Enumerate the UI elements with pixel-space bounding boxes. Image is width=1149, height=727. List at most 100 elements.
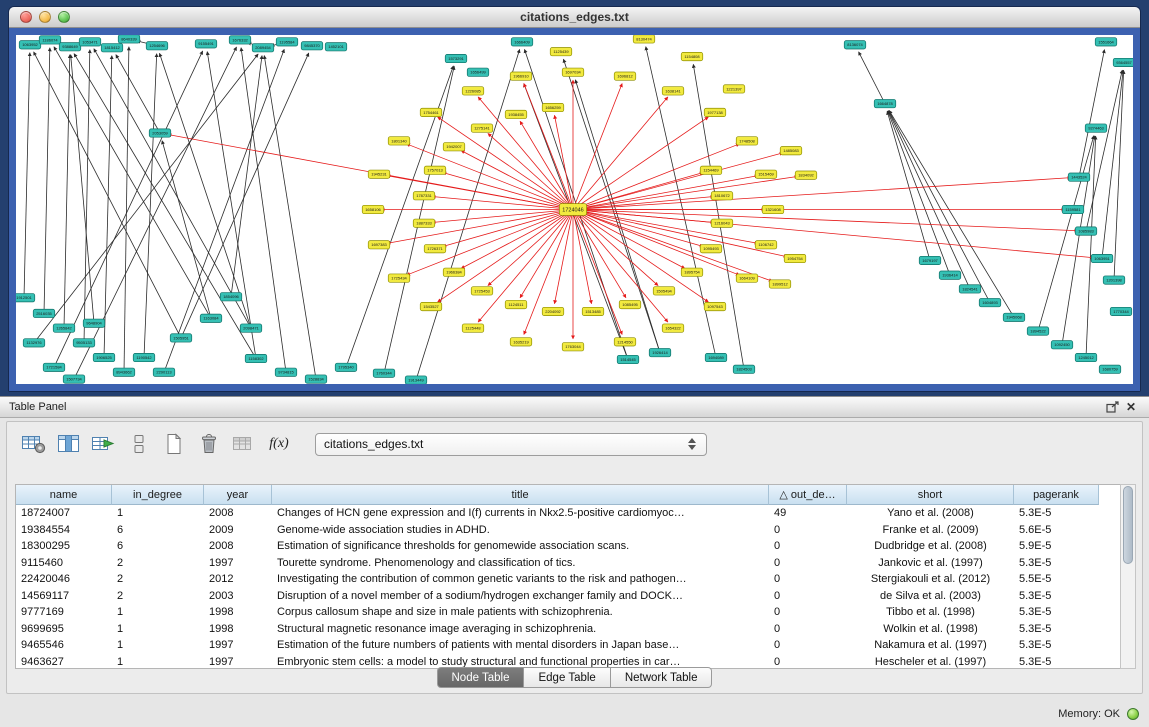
table-row[interactable]: 969969511998Structural magnetic resonanc… — [16, 621, 1135, 638]
citation-edge[interactable] — [159, 53, 251, 328]
scrollbar-thumb[interactable] — [1123, 486, 1133, 564]
graph-node[interactable]: 1760344 — [373, 369, 395, 377]
graph-node[interactable]: 1748508 — [736, 137, 758, 145]
graph-node[interactable]: 1666409 — [511, 38, 533, 46]
graph-node[interactable]: 2204092 — [542, 307, 564, 315]
graph-node[interactable]: 1452101 — [325, 43, 347, 51]
graph-node[interactable]: 1507734 — [63, 375, 85, 383]
citation-edge[interactable] — [24, 53, 30, 298]
graph-node[interactable]: 1895754 — [681, 268, 703, 276]
graph-node[interactable]: 1680759 — [1099, 365, 1121, 373]
citation-edge[interactable] — [54, 47, 211, 319]
graph-node[interactable]: 1906525 — [93, 353, 115, 361]
graph-node[interactable]: 1938455 — [505, 110, 527, 118]
graph-node[interactable]: 9274463 — [1085, 124, 1107, 132]
show-columns-icon[interactable] — [56, 430, 82, 458]
graph-node[interactable]: 1195584 — [276, 38, 298, 46]
column-header-name[interactable]: name — [16, 485, 112, 505]
citation-edge[interactable] — [438, 210, 573, 303]
graph-node[interactable]: 1894522 — [1027, 327, 1049, 335]
close-window-button[interactable] — [20, 11, 32, 23]
citation-edge[interactable] — [94, 49, 251, 328]
graph-node[interactable]: 1697034 — [562, 68, 584, 76]
citation-edge[interactable] — [241, 48, 286, 373]
graph-node[interactable]: 1635219 — [510, 338, 532, 346]
citation-edge[interactable] — [64, 55, 70, 329]
graph-node[interactable]: 2098471 — [240, 324, 262, 332]
graph-node[interactable]: 1913449 — [405, 376, 427, 384]
graph-node[interactable]: 1664878 — [874, 99, 896, 107]
table-selector-combobox[interactable]: citations_edges.txt — [315, 433, 707, 456]
column-header-out_de[interactable]: △ out_de… — [769, 485, 847, 505]
graph-node[interactable]: 1132976 — [23, 339, 45, 347]
graph-node[interactable]: 1787331 — [413, 192, 435, 200]
citation-edge[interactable] — [443, 172, 573, 209]
graph-node[interactable]: 1513485 — [582, 307, 604, 315]
graph-node[interactable]: 2290113 — [153, 368, 175, 376]
tab-network-table[interactable]: Network Table — [611, 667, 713, 688]
graph-node[interactable]: 1912501 — [16, 294, 35, 302]
float-panel-icon[interactable] — [1104, 399, 1122, 415]
graph-node[interactable]: 1216043 — [711, 219, 733, 227]
close-panel-icon[interactable]: ✕ — [1122, 399, 1140, 415]
row-height-icon[interactable] — [126, 430, 152, 458]
graph-node[interactable]: 1664109 — [736, 274, 758, 282]
memory-status-indicator[interactable] — [1127, 708, 1139, 720]
graph-node[interactable]: 1954754 — [784, 254, 806, 262]
graph-node[interactable]: 1201398 — [1103, 276, 1125, 284]
graph-node[interactable]: 1443524 — [1068, 173, 1090, 181]
delete-table-icon[interactable] — [196, 430, 222, 458]
graph-node[interactable]: 1186074 — [39, 36, 61, 44]
graph-node[interactable]: 1654322 — [662, 324, 684, 332]
citation-edge[interactable] — [71, 55, 94, 324]
graph-node[interactable]: 1694089 — [705, 353, 727, 361]
graph-node[interactable]: 1053471 — [79, 38, 101, 46]
citation-edge[interactable] — [34, 52, 181, 338]
table-options-icon[interactable] — [21, 430, 47, 458]
citation-edge[interactable] — [181, 53, 309, 338]
citation-edge[interactable] — [44, 48, 50, 314]
graph-node[interactable]: 1159581 — [1062, 205, 1084, 213]
citation-edge[interactable] — [524, 84, 628, 360]
graph-node[interactable]: 1725453 — [471, 287, 493, 295]
graph-node[interactable]: 1543527 — [420, 302, 442, 310]
citation-edge[interactable] — [520, 121, 573, 209]
table-row[interactable]: 2242004622012Investigating the contribut… — [16, 571, 1135, 588]
graph-node[interactable]: 1163084 — [200, 314, 222, 322]
graph-node[interactable]: 1834092 — [795, 171, 817, 179]
table-row[interactable]: 1938455462009Genome-wide association stu… — [16, 522, 1135, 539]
combo-stepper-icon[interactable] — [688, 438, 698, 450]
graph-node[interactable]: 1721584 — [43, 363, 65, 371]
graph-node[interactable]: 8136074 — [844, 41, 866, 49]
graph-node[interactable]: 1725434 — [388, 274, 410, 282]
graph-node[interactable]: 1063952 — [19, 41, 41, 49]
graph-node[interactable]: 1154469 — [700, 166, 722, 174]
citation-edge[interactable] — [573, 178, 1071, 210]
citation-edge[interactable] — [443, 210, 573, 247]
graph-node[interactable]: 2089454 — [252, 44, 274, 52]
column-header-pagerank[interactable]: pagerank — [1014, 485, 1099, 505]
citation-edge[interactable] — [84, 50, 90, 343]
graph-node[interactable]: 1514545 — [617, 355, 639, 363]
graph-node[interactable]: 2053059 — [149, 129, 171, 137]
graph-node[interactable]: 1085983 — [1075, 227, 1097, 235]
graph-node[interactable]: 1573291 — [445, 54, 467, 62]
column-header-year[interactable]: year — [204, 485, 272, 505]
citation-edge[interactable] — [573, 83, 622, 209]
graph-node[interactable]: 1221397 — [723, 85, 745, 93]
citation-edge[interactable] — [264, 55, 316, 379]
citation-edge[interactable] — [888, 111, 950, 275]
citation-edge[interactable] — [887, 111, 930, 260]
table-row[interactable]: 977716911998Corpus callosum shape and si… — [16, 604, 1135, 621]
graph-node[interactable]: 1945068 — [1003, 313, 1025, 321]
citation-edge[interactable] — [573, 210, 787, 257]
graph-node[interactable]: 1275141 — [471, 124, 493, 132]
graph-node[interactable]: 1265842 — [53, 324, 75, 332]
graph-node[interactable]: 1124511 — [505, 300, 527, 308]
graph-node[interactable]: 1092450 — [1051, 341, 1073, 349]
citation-edge[interactable] — [1079, 50, 1104, 178]
table-row[interactable]: 1830029562008Estimation of significance … — [16, 538, 1135, 555]
table-vertical-scrollbar[interactable] — [1120, 484, 1136, 669]
graph-node[interactable]: 8943662 — [113, 368, 135, 376]
minimize-window-button[interactable] — [39, 11, 51, 23]
